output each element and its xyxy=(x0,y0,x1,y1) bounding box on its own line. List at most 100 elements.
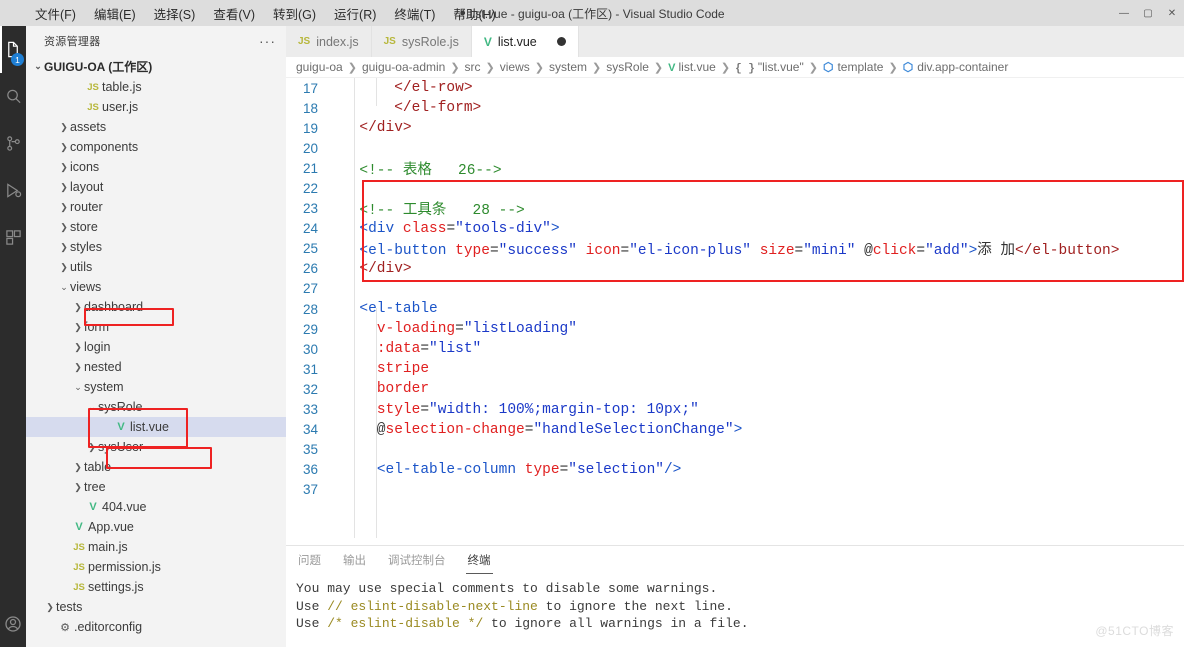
tree-item-components[interactable]: ❯ components xyxy=(26,137,286,157)
code-line[interactable]: 26 </div> xyxy=(286,259,1184,279)
tree-item-utils[interactable]: ❯ utils xyxy=(26,257,286,277)
menu-item-6[interactable]: 终端(T) xyxy=(385,1,444,26)
code-line[interactable]: 22 xyxy=(286,178,1184,198)
tree-item-settings-js[interactable]: JS settings.js xyxy=(26,577,286,597)
tree-item-views[interactable]: ⌄ views xyxy=(26,277,286,297)
code-line[interactable]: 31 stripe xyxy=(286,359,1184,379)
breadcrumb-item[interactable]: system xyxy=(549,60,587,74)
breadcrumb-item[interactable]: ⬡ div.app-container xyxy=(903,60,1009,74)
breadcrumb-item[interactable]: src xyxy=(465,60,481,74)
code-token: </el-button> xyxy=(1015,243,1120,260)
menu-item-4[interactable]: 转到(G) xyxy=(264,1,325,26)
chevron-right-icon: ❯ xyxy=(74,301,82,312)
code-line[interactable]: 29 v-loading="listLoading" xyxy=(286,319,1184,339)
code-line[interactable]: 30 :data="list" xyxy=(286,339,1184,359)
source-control-icon[interactable] xyxy=(0,120,26,167)
tree-item-table[interactable]: ❯ table xyxy=(26,457,286,477)
terminal-output[interactable]: You may use special comments to disable … xyxy=(286,576,1184,633)
panel-tab-3[interactable]: 终端 xyxy=(465,548,493,574)
terminal-line: Use // eslint-disable-next-line to ignor… xyxy=(296,598,1184,616)
maximize-icon[interactable]: ▢ xyxy=(1136,0,1160,26)
breadcrumb-item[interactable]: views xyxy=(500,60,530,74)
editor-tab-index-js[interactable]: JS index.js xyxy=(286,26,372,57)
breadcrumb-item[interactable]: ⬡ template xyxy=(823,60,884,74)
tree-item-router[interactable]: ❯ router xyxy=(26,197,286,217)
breadcrumb-item[interactable]: sysRole xyxy=(606,60,649,74)
menu-item-2[interactable]: 选择(S) xyxy=(145,1,205,26)
tree-item-table-js[interactable]: JS table.js xyxy=(26,77,286,97)
menu-item-1[interactable]: 编辑(E) xyxy=(85,1,145,26)
breadcrumb-item[interactable]: guigu-oa xyxy=(296,60,343,74)
code-line[interactable]: 27 xyxy=(286,279,1184,299)
close-icon[interactable]: ✕ xyxy=(1160,0,1184,26)
search-icon[interactable] xyxy=(0,73,26,120)
line-number: 27 xyxy=(302,281,318,297)
menu-item-7[interactable]: 帮助(H) xyxy=(444,1,504,26)
code-line[interactable]: 34 @selection-change="handleSelectionCha… xyxy=(286,420,1184,440)
editor-tab-sysrole-js[interactable]: JS sysRole.js xyxy=(371,26,472,57)
tree-item-system[interactable]: ⌄ system xyxy=(26,377,286,397)
tree-item-nested[interactable]: ❯ nested xyxy=(26,357,286,377)
menu-item-0[interactable]: 文件(F) xyxy=(26,1,85,26)
panel-tab-2[interactable]: 调试控制台 xyxy=(386,548,448,574)
tree-item-main-js[interactable]: JS main.js xyxy=(26,537,286,557)
account-icon[interactable] xyxy=(0,600,26,647)
panel-tab-0[interactable]: 问题 xyxy=(296,548,323,574)
tree-item-permission-js[interactable]: JS permission.js xyxy=(26,557,286,577)
line-number: 32 xyxy=(302,381,318,397)
editor-tab-list-vue[interactable]: Vlist.vue xyxy=(471,26,579,57)
code-line[interactable]: 35 xyxy=(286,440,1184,460)
menu-item-5[interactable]: 运行(R) xyxy=(325,1,385,26)
tree-item-dashboard[interactable]: ❯ dashboard xyxy=(26,297,286,317)
code-editor[interactable]: 17 </el-row> 18 </el-form> 19 </div> 20 21 <… xyxy=(286,78,1184,566)
tree-item-store[interactable]: ❯ store xyxy=(26,217,286,237)
code-line[interactable]: 25 <el-button type="success" icon="el-ic… xyxy=(286,239,1184,259)
more-actions-icon[interactable]: ··· xyxy=(259,34,276,48)
tree-item-layout[interactable]: ❯ layout xyxy=(26,177,286,197)
tree-item-assets[interactable]: ❯ assets xyxy=(26,117,286,137)
menu-item-3[interactable]: 查看(V) xyxy=(204,1,264,26)
breadcrumb-label: views xyxy=(499,60,530,74)
tree-item-form[interactable]: ❯ form xyxy=(26,317,286,337)
code-line[interactable]: 37 xyxy=(286,480,1184,500)
code-line[interactable]: 21 <!-- 表格 26--> xyxy=(286,158,1184,179)
tree-item-sysrole[interactable]: ⌄ sysRole xyxy=(26,397,286,417)
tree-item-tree[interactable]: ❯ tree xyxy=(26,477,286,497)
run-debug-icon[interactable] xyxy=(0,167,26,214)
editor-scrollbar[interactable] xyxy=(1170,57,1184,545)
code-line[interactable]: 33 style="width: 100%;margin-top: 10px;" xyxy=(286,400,1184,420)
tree-item-app-vue[interactable]: V App.vue xyxy=(26,517,286,537)
menu-bar: 文件(F) 编辑(E) 选择(S) 查看(V) 转到(G) 运行(R) 终端(T) 帮助(H) xyxy=(26,1,505,26)
breadcrumb-item[interactable]: { } "list.vue" xyxy=(735,60,804,75)
code-line[interactable]: 20 xyxy=(286,138,1184,158)
tree-item-styles[interactable]: ❯ styles xyxy=(26,237,286,257)
minimize-icon[interactable]: — xyxy=(1112,0,1136,26)
extensions-icon[interactable] xyxy=(0,214,26,261)
code-line[interactable]: 18 </el-form> xyxy=(286,98,1184,118)
code-line[interactable]: 36 <el-table-column type="selection"/> xyxy=(286,460,1184,480)
tree-item-404-vue[interactable]: V 404.vue xyxy=(26,497,286,517)
tree-item-tests[interactable]: ❯ tests xyxy=(26,597,286,617)
tree-item-label: styles xyxy=(70,240,102,254)
tree-item--editorconfig[interactable]: ⚙ .editorconfig xyxy=(26,617,286,637)
code-line-text: </div> xyxy=(330,261,411,277)
workspace-root-row[interactable]: ⌄ GUIGU-OA (工作区) xyxy=(26,55,286,77)
code-line[interactable]: 24 <div class="tools-div"> xyxy=(286,219,1184,239)
breadcrumb-item[interactable]: Vlist.vue xyxy=(668,60,716,74)
code-line[interactable]: 19 </div> xyxy=(286,118,1184,138)
tree-item-user-js[interactable]: JS user.js xyxy=(26,97,286,117)
code-line[interactable]: 17 </el-row> xyxy=(286,78,1184,98)
unsaved-dot-icon[interactable] xyxy=(556,37,566,46)
code-line[interactable]: 32 border xyxy=(286,379,1184,399)
panel-tab-1[interactable]: 输出 xyxy=(341,548,368,574)
code-line[interactable]: 23 <!-- 工具条 28 --> xyxy=(286,199,1184,219)
code-line[interactable]: 28 <el-table xyxy=(286,299,1184,319)
explorer-icon[interactable]: 1 xyxy=(0,26,26,73)
tree-item-icons[interactable]: ❯ icons xyxy=(26,157,286,177)
breadcrumb-item[interactable]: guigu-oa-admin xyxy=(362,60,445,74)
tree-item-label: store xyxy=(70,220,98,234)
tree-item-login[interactable]: ❯ login xyxy=(26,337,286,357)
code-token: "mini" xyxy=(803,243,856,260)
tree-item-sysuser[interactable]: ❯ sysUser xyxy=(26,437,286,457)
tree-item-list-vue[interactable]: Vlist.vue xyxy=(26,417,286,437)
